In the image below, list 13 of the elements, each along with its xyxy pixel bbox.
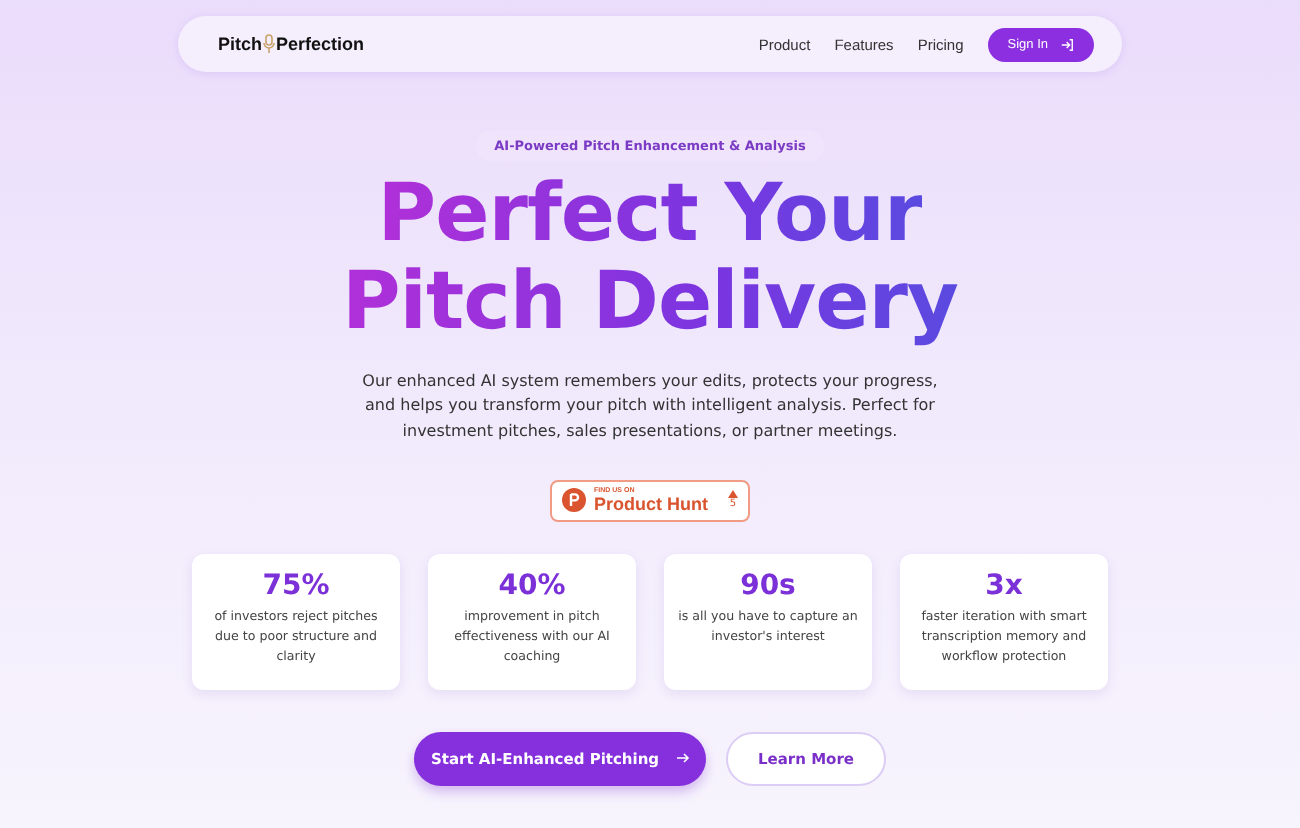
arrow-right-icon — [675, 752, 690, 765]
product-hunt-logo-icon — [562, 488, 586, 513]
microphone-icon — [262, 34, 277, 54]
stat-value: 3x — [985, 569, 1023, 602]
logo-text: Pitch — [218, 34, 263, 54]
upvote-icon — [728, 490, 738, 499]
logo-text: Perfection — [276, 34, 365, 54]
hero-description: Our enhanced AI system remembers your edits, protects your progress, and helps you transform your pitch with intelligent analysis. Perfect for investment pitches, sales presentations, or partner meetings. — [360, 370, 940, 444]
stat-value: 40% — [498, 569, 566, 602]
login-icon — [1060, 37, 1074, 51]
badge-name: Product Hunt — [594, 494, 710, 515]
stat-value: 75% — [262, 569, 330, 602]
stat-value: 90s — [740, 569, 796, 602]
